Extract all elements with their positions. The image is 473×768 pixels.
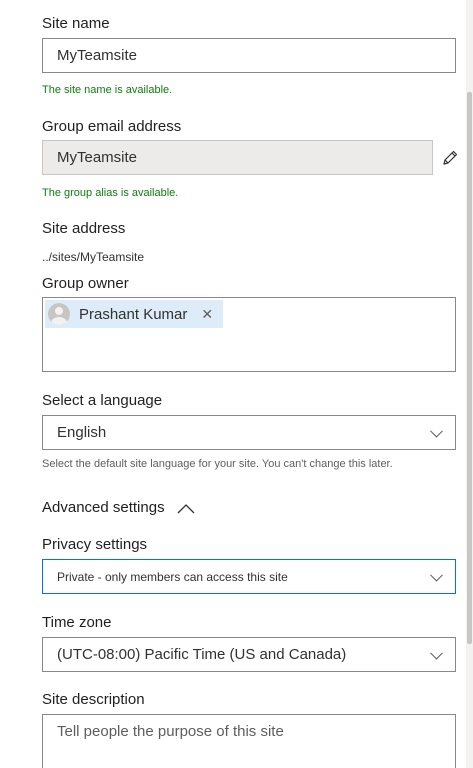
owner-persona-chip: Prashant Kumar ✕ [45,300,224,328]
scrollbar-thumb[interactable] [467,92,472,644]
privacy-dropdown[interactable]: Private - only members can access this s… [42,559,456,594]
site-description-placeholder: Tell people the purpose of this site [57,723,284,740]
site-description-label: Site description [42,691,145,708]
chevron-down-icon [430,646,443,660]
remove-owner-icon[interactable]: ✕ [201,306,213,323]
site-name-value: MyTeamsite [57,47,138,64]
site-address-label: Site address [42,220,126,237]
group-email-input: MyTeamsite [42,140,433,175]
language-selected: English [57,424,107,441]
create-site-panel: Site name MyTeamsite The site name is av… [0,0,473,768]
group-email-label: Group email address [42,118,182,135]
site-address-value: ../sites/MyTeamsite [42,250,145,264]
time-zone-selected: (UTC-08:00) Pacific Time (US and Canada) [57,646,347,663]
advanced-settings-label: Advanced settings [42,499,165,516]
group-email-value: MyTeamsite [57,149,138,166]
privacy-label: Privacy settings [42,536,148,553]
advanced-settings-toggle[interactable]: Advanced settings [42,499,195,516]
site-name-label: Site name [42,15,110,32]
language-label: Select a language [42,392,163,409]
group-email-status: The group alias is available. [42,187,179,199]
time-zone-dropdown[interactable]: (UTC-08:00) Pacific Time (US and Canada) [42,637,456,672]
owner-name: Prashant Kumar [79,305,188,323]
chevron-up-icon [177,502,195,514]
chevron-down-icon [430,424,443,438]
site-name-status: The site name is available. [42,84,173,96]
chevron-down-icon [430,568,443,582]
pencil-icon[interactable] [441,149,459,167]
time-zone-label: Time zone [42,614,112,631]
privacy-selected: Private - only members can access this s… [57,569,288,584]
language-helper-text: Select the default site language for you… [42,458,393,470]
language-dropdown[interactable]: English [42,415,456,450]
site-name-input[interactable]: MyTeamsite [42,38,456,73]
site-description-textarea[interactable]: Tell people the purpose of this site [42,714,456,768]
person-avatar-icon [48,303,70,325]
group-owner-label: Group owner [42,275,129,292]
